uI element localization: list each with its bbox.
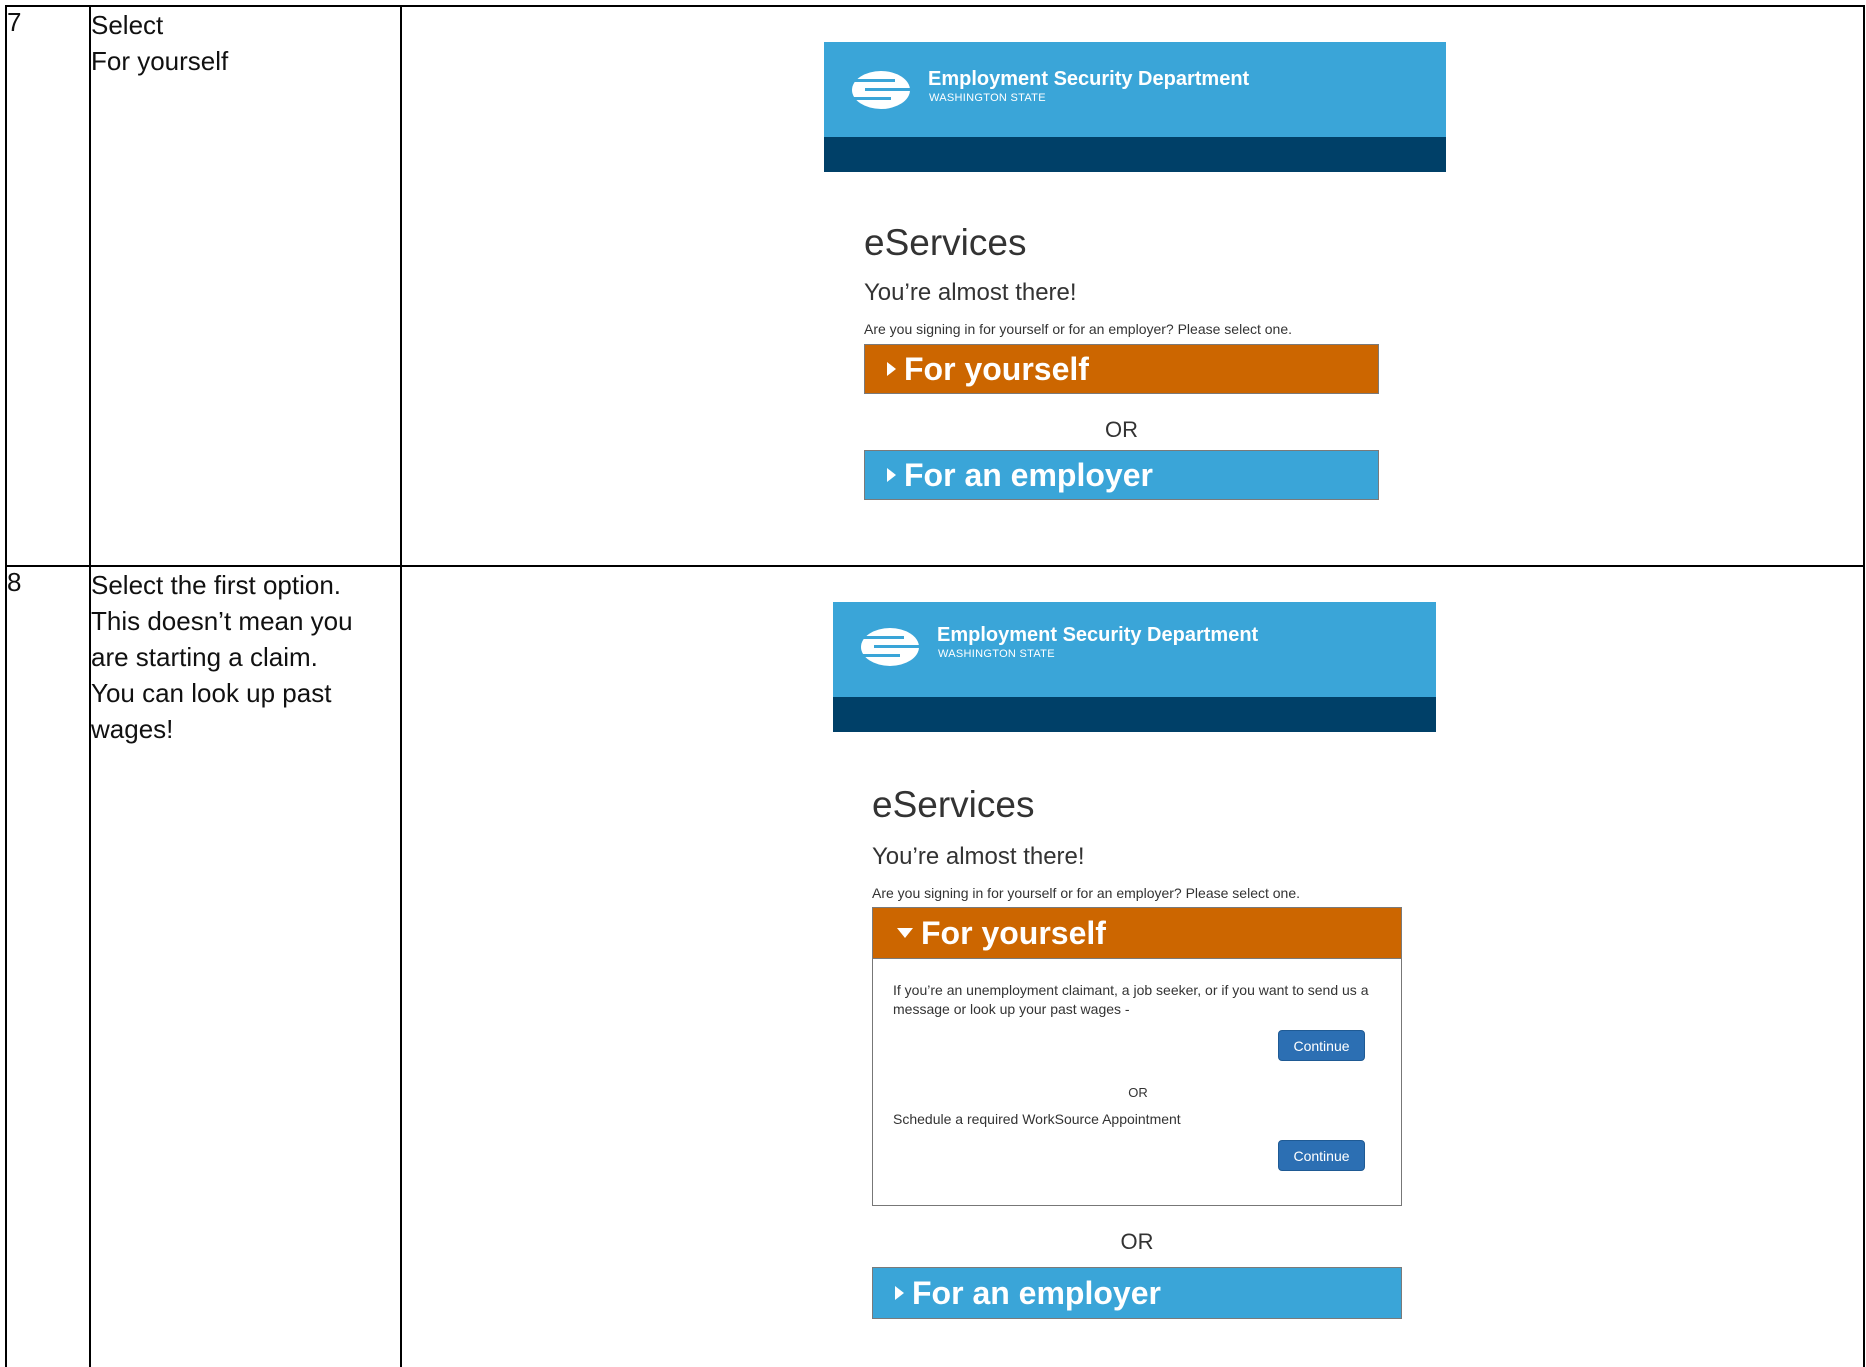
instruction-line: You can look up past (91, 678, 332, 708)
question-text: Are you signing in for yourself or for a… (864, 321, 1293, 337)
instructions-table: 7 Select For yourself Employment Securit… (5, 5, 1865, 1367)
esd-logo-icon (860, 628, 920, 666)
for-yourself-button[interactable]: For yourself (864, 344, 1379, 394)
instruction-line: wages! (91, 714, 174, 744)
for-yourself-label: For yourself (904, 350, 1089, 387)
step-screenshot-cell: Employment Security Department WASHINGTO… (400, 565, 1865, 1367)
instruction-line: This doesn’t mean you (91, 606, 353, 636)
page-title: eServices (864, 222, 1027, 263)
caret-down-icon (897, 928, 913, 938)
org-subtitle: WASHINGTON STATE (938, 648, 1055, 660)
esd-header: Employment Security Department WASHINGTO… (824, 42, 1446, 172)
panel-or-separator: OR (1128, 1085, 1148, 1100)
esd-logo-icon (851, 71, 911, 109)
for-employer-label: For an employer (904, 456, 1153, 493)
continue-appointment-button[interactable]: Continue (1278, 1140, 1365, 1171)
instruction-line: Select the first option. (91, 570, 342, 600)
org-name: Employment Security Department (928, 68, 1250, 90)
page-subtitle: You’re almost there! (872, 843, 1085, 870)
eservices-screenshot: Employment Security Department WASHINGTO… (402, 7, 1859, 563)
caret-right-icon (895, 1286, 904, 1300)
org-subtitle: WASHINGTON STATE (929, 92, 1046, 104)
header-band (824, 137, 1446, 172)
instruction-line: Select (91, 10, 164, 40)
continue-button[interactable]: Continue (1278, 1030, 1365, 1061)
worksource-description: Schedule a required WorkSource Appointme… (893, 1111, 1181, 1127)
or-separator: OR (1105, 417, 1138, 442)
step-instruction: Select For yourself (89, 5, 402, 567)
for-yourself-panel: If you’re an unemployment claimant, a jo… (872, 959, 1402, 1206)
claimant-description: If you’re an unemployment claimant, a jo… (893, 982, 1369, 1017)
step-instruction: Select the first option. This doesn’t me… (89, 565, 402, 1367)
for-employer-button[interactable]: For an employer (864, 450, 1379, 500)
page-subtitle: You’re almost there! (864, 279, 1077, 306)
instruction-line: For yourself (91, 46, 229, 76)
for-yourself-label: For yourself (921, 914, 1106, 951)
caret-right-icon (887, 362, 896, 376)
header-band (833, 697, 1436, 732)
question-text: Are you signing in for yourself or for a… (872, 885, 1301, 901)
esd-header: Employment Security Department WASHINGTO… (833, 602, 1436, 732)
step-row: 7 Select For yourself Employment Securit… (5, 5, 1865, 567)
step-screenshot-cell: Employment Security Department WASHINGTO… (400, 5, 1865, 567)
step-number: 8 (5, 565, 91, 1367)
or-separator: OR (1120, 1229, 1154, 1254)
instruction-line: are starting a claim. (91, 642, 318, 672)
caret-right-icon (887, 468, 896, 482)
step-row: 8 Select the first option. This doesn’t … (5, 565, 1865, 1367)
eservices-screenshot: Employment Security Department WASHINGTO… (402, 567, 1859, 1365)
for-yourself-button[interactable]: For yourself (872, 907, 1402, 959)
for-employer-button[interactable]: For an employer (872, 1267, 1402, 1319)
page-title: eServices (872, 784, 1035, 825)
for-employer-label: For an employer (912, 1274, 1161, 1311)
step-number: 7 (5, 5, 91, 567)
org-name: Employment Security Department (937, 624, 1259, 646)
